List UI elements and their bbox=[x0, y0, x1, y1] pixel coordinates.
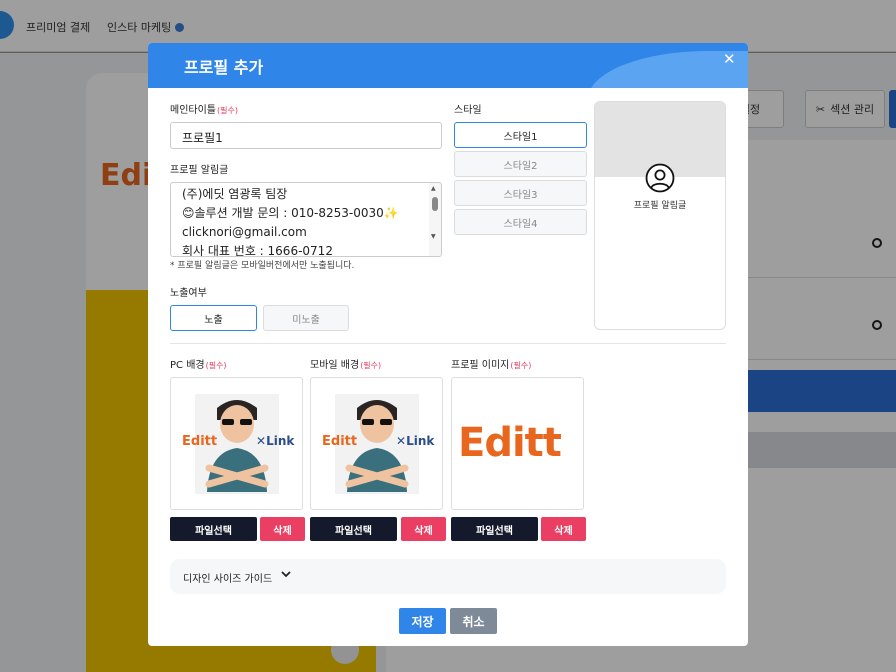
user-circle-icon bbox=[645, 163, 675, 193]
editt-logo: Editt bbox=[458, 420, 562, 466]
profile-image[interactable]: Editt bbox=[451, 377, 584, 510]
modal-header: 프로필 추가 ✕ bbox=[148, 43, 748, 88]
required-mark: (필수) bbox=[217, 106, 238, 115]
notice-line: (주)에딧 염광록 팀장 bbox=[182, 187, 288, 201]
main-title-input[interactable]: 프로필1 bbox=[170, 122, 442, 149]
exposure-hide-button[interactable]: 미노출 bbox=[263, 305, 349, 331]
editt-logo-rest: ditt bbox=[190, 434, 218, 449]
editt-logo-accent: E bbox=[458, 420, 485, 466]
editt-logo-accent: E bbox=[182, 434, 191, 449]
required-mark: (필수) bbox=[360, 361, 382, 370]
required-mark: (필수) bbox=[205, 361, 227, 370]
style-label: 스타일 bbox=[454, 105, 482, 116]
chevron-down-icon bbox=[281, 571, 291, 578]
link-logo-text: Link bbox=[266, 434, 295, 448]
profile-preview-card: 프로필 알림글 bbox=[594, 101, 726, 330]
link-logo-text: Link bbox=[406, 434, 435, 448]
mobile-background-label-text: 모바일 배경 bbox=[310, 360, 360, 371]
editt-logo: Editt bbox=[182, 434, 217, 449]
scrollbar-thumb[interactable] bbox=[432, 197, 438, 211]
preview-notice-text: 프로필 알림글 bbox=[633, 201, 687, 211]
notice-line: clicknori@gmail.com bbox=[182, 225, 307, 239]
save-button[interactable]: 저장 bbox=[399, 608, 446, 634]
notice-line: 회사 대표 번호 : 1666-0712 bbox=[182, 244, 333, 257]
notice-line: 😊솔루션 개발 문의 : 010-8253-0030✨ bbox=[182, 206, 399, 220]
profile-add-modal: 프로필 추가 ✕ 메인타이틀(필수) 프로필1 프로필 알림글 (주)에딧 염광… bbox=[148, 43, 748, 646]
style-option-3[interactable]: 스타일3 bbox=[454, 180, 587, 206]
cancel-button[interactable]: 취소 bbox=[450, 608, 497, 634]
editt-logo-rest: ditt bbox=[330, 434, 358, 449]
mobile-background-image[interactable]: Editt ✕Link bbox=[310, 377, 443, 510]
main-title-label-text: 메인타이틀 bbox=[170, 105, 216, 116]
style-option-2[interactable]: 스타일2 bbox=[454, 151, 587, 177]
mobile-background-delete-button[interactable]: 삭제 bbox=[401, 517, 446, 541]
exposure-label: 노출여부 bbox=[170, 288, 207, 299]
style-option-4[interactable]: 스타일4 bbox=[454, 209, 587, 235]
notice-textarea[interactable]: (주)에딧 염광록 팀장 😊솔루션 개발 문의 : 010-8253-0030✨… bbox=[170, 182, 442, 257]
exposure-show-button[interactable]: 노출 bbox=[170, 305, 257, 331]
notice-hint: * 프로필 알림글은 모바일버전에서만 노출됩니다. bbox=[170, 261, 355, 271]
style-option-1[interactable]: 스타일1 bbox=[454, 122, 587, 148]
section-divider bbox=[170, 343, 726, 344]
editt-logo-rest: ditt bbox=[484, 420, 562, 466]
textarea-scrollbar[interactable]: ▲ ▼ bbox=[429, 183, 441, 256]
profile-image-select-button[interactable]: 파일선택 bbox=[451, 517, 538, 541]
link-logo: ✕Link bbox=[396, 434, 435, 448]
design-size-guide-label: 디자인 사이즈 가이드 bbox=[183, 574, 273, 585]
scroll-up-icon[interactable]: ▲ bbox=[431, 185, 436, 192]
modal-title: 프로필 추가 bbox=[184, 58, 264, 77]
notice-label: 프로필 알림글 bbox=[170, 165, 229, 176]
pc-background-label: PC 배경(필수) bbox=[170, 356, 227, 371]
required-mark: (필수) bbox=[510, 361, 532, 370]
scroll-down-icon[interactable]: ▼ bbox=[431, 233, 436, 240]
profile-image-label: 프로필 이미지(필수) bbox=[451, 356, 531, 371]
editt-logo-accent: E bbox=[322, 434, 331, 449]
mobile-background-label: 모바일 배경(필수) bbox=[310, 356, 381, 371]
pc-background-select-button[interactable]: 파일선택 bbox=[170, 517, 257, 541]
pc-background-image[interactable]: Editt ✕Link bbox=[170, 377, 303, 510]
profile-image-delete-button[interactable]: 삭제 bbox=[541, 517, 586, 541]
mobile-background-select-button[interactable]: 파일선택 bbox=[310, 517, 397, 541]
editt-logo: Editt bbox=[322, 434, 357, 449]
main-title-label: 메인타이틀(필수) bbox=[170, 101, 238, 116]
pc-background-label-text: PC 배경 bbox=[170, 360, 205, 371]
pc-background-delete-button[interactable]: 삭제 bbox=[260, 517, 305, 541]
profile-image-label-text: 프로필 이미지 bbox=[451, 360, 510, 371]
link-logo: ✕Link bbox=[256, 434, 295, 448]
design-size-guide[interactable]: 디자인 사이즈 가이드 bbox=[170, 559, 726, 594]
close-icon[interactable]: ✕ bbox=[723, 52, 737, 67]
